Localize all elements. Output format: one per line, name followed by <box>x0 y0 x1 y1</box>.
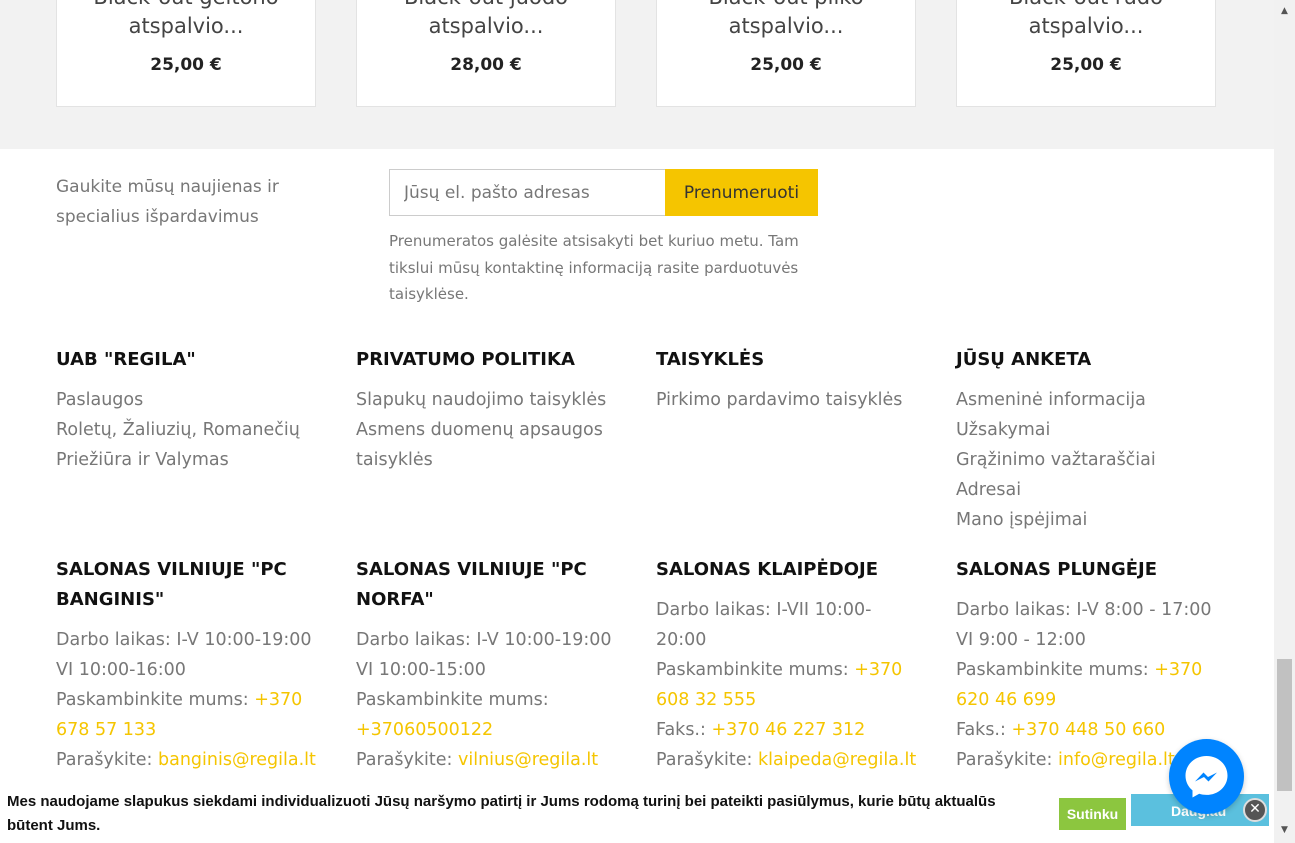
salon-email-line: Parašykite: banginis@regila.lt <box>56 750 316 770</box>
scroll-up-arrow-icon[interactable]: ▲ <box>1274 3 1295 20</box>
product-price: 25,00 € <box>750 55 822 75</box>
product-title[interactable]: Black-out juodoatspalvio... <box>357 0 615 41</box>
salon-fax-link[interactable]: +370 46 227 312 <box>711 720 865 740</box>
product-price: 25,00 € <box>1050 55 1122 75</box>
footer-column-company: UAB "REGILA" Paslaugos Roletų, Žaliuzių,… <box>56 345 318 475</box>
footer-link-data-protection[interactable]: Asmens duomenų apsaugos taisyklės <box>356 415 618 475</box>
product-title[interactable]: Black-out rudoatspalvio... <box>957 0 1215 41</box>
salon-fax-link[interactable]: +370 448 50 660 <box>1011 720 1165 740</box>
footer-link-cookie-rules[interactable]: Slapukų naudojimo taisyklės <box>356 385 618 415</box>
salon-phone-line: Paskambinkite mums: +37060500122 <box>356 690 549 740</box>
salon-email-link[interactable]: banginis@regila.lt <box>158 750 316 770</box>
footer-heading: UAB "REGILA" <box>56 349 196 370</box>
footer-link-addresses[interactable]: Adresai <box>956 475 1218 505</box>
product-title[interactable]: Black-out pilkoatspalvio... <box>657 0 915 41</box>
salon-phone-line: Paskambinkite mums: +370 620 46 699 <box>956 660 1203 710</box>
salon-banginis: SALONAS VILNIUJE "PC BANGINIS" Darbo lai… <box>56 555 318 775</box>
messenger-chat-button[interactable] <box>1169 739 1244 814</box>
cookie-close-icon[interactable]: ✕ <box>1243 798 1267 822</box>
footer-column-privacy: PRIVATUMO POLITIKA Slapukų naudojimo tai… <box>356 345 618 475</box>
footer-column-rules: TAISYKLĖS Pirkimo pardavimo taisyklės <box>656 345 918 415</box>
salon-fax-line: Faks.: +370 46 227 312 <box>656 720 866 740</box>
salon-heading: SALONAS KLAIPĖDOJE <box>656 559 879 580</box>
salon-hours: Darbo laikas: I-VII 10:00-20:00 <box>656 600 872 650</box>
salon-phone-line: Paskambinkite mums: +370 678 57 133 <box>56 690 303 740</box>
product-card[interactable]: Black-out pilkoatspalvio... 25,00 € <box>656 0 916 107</box>
cookie-agree-button[interactable]: Sutinku <box>1059 798 1126 830</box>
product-card[interactable]: Black-out juodoatspalvio... 28,00 € <box>356 0 616 107</box>
scroll-down-arrow-icon[interactable]: ▼ <box>1274 822 1295 839</box>
salon-hours: Darbo laikas: I-V 8:00 - 17:00 VI 9:00 -… <box>956 600 1212 650</box>
salon-email-link[interactable]: vilnius@regila.lt <box>458 750 598 770</box>
product-strip: Black-out geltonoatspalvio... 25,00 € Bl… <box>0 0 1274 149</box>
product-price: 25,00 € <box>150 55 222 75</box>
footer-heading: JŪSŲ ANKETA <box>956 349 1092 370</box>
product-card[interactable]: Black-out geltonoatspalvio... 25,00 € <box>56 0 316 107</box>
salon-email-link[interactable]: klaipeda@regila.lt <box>758 750 916 770</box>
product-card[interactable]: Black-out rudoatspalvio... 25,00 € <box>956 0 1216 107</box>
newsletter-email-input[interactable] <box>389 169 665 216</box>
subscribe-button[interactable]: Prenumeruoti <box>665 169 818 216</box>
product-title[interactable]: Black-out geltonoatspalvio... <box>57 0 315 41</box>
newsletter-text: Gaukite mūsų naujienas ir specialius išp… <box>56 177 279 227</box>
salon-heading: SALONAS VILNIUJE "PC BANGINIS" <box>56 559 287 610</box>
salon-hours: Darbo laikas: I-V 10:00-19:00 VI 10:00-1… <box>56 630 312 680</box>
cookie-text: Mes naudojame slapukus siekdami individu… <box>7 793 996 834</box>
salon-heading: SALONAS PLUNGĖJE <box>956 559 1158 580</box>
footer-link-cleaning[interactable]: Roletų, Žaliuzių, Romanečių Priežiūra ir… <box>56 415 318 475</box>
salon-email-line: Parašykite: vilnius@regila.lt <box>356 750 599 770</box>
product-price: 28,00 € <box>450 55 522 75</box>
salon-klaipeda: SALONAS KLAIPĖDOJE Darbo laikas: I-VII 1… <box>656 555 918 775</box>
page-scrollbar[interactable]: ▲ ▼ <box>1274 0 1295 843</box>
subscription-note: Prenumeratos galėsite atsisakyti bet kur… <box>389 232 799 303</box>
footer-link-personal-info[interactable]: Asmeninė informacija <box>956 385 1218 415</box>
footer-heading: PRIVATUMO POLITIKA <box>356 349 575 370</box>
footer-link-alerts[interactable]: Mano įspėjimai <box>956 505 1218 535</box>
salon-heading: SALONAS VILNIUJE "PC NORFA" <box>356 559 587 610</box>
footer-link-services[interactable]: Paslaugos <box>56 385 318 415</box>
footer-link-orders[interactable]: Užsakymai <box>956 415 1218 445</box>
salon-hours: Darbo laikas: I-V 10:00-19:00 VI 10:00-1… <box>356 630 612 680</box>
cookie-banner: Mes naudojame slapukus siekdami individu… <box>0 787 1275 843</box>
salon-phone-link[interactable]: +37060500122 <box>356 720 493 740</box>
salon-email-line: Parašykite: klaipeda@regila.lt <box>656 750 917 770</box>
salon-email-link[interactable]: info@regila.lt <box>1058 750 1175 770</box>
footer-link-purchase-rules[interactable]: Pirkimo pardavimo taisyklės <box>656 385 918 415</box>
scroll-thumb[interactable] <box>1277 659 1292 791</box>
footer-heading: TAISYKLĖS <box>656 349 765 370</box>
salon-norfa: SALONAS VILNIUJE "PC NORFA" Darbo laikas… <box>356 555 618 775</box>
footer-link-returns[interactable]: Grąžinimo važtaraščiai <box>956 445 1218 475</box>
messenger-icon <box>1185 756 1228 798</box>
footer-column-account: JŪSŲ ANKETA Asmeninė informacija Užsakym… <box>956 345 1218 535</box>
salon-phone-line: Paskambinkite mums: +370 608 32 555 <box>656 660 903 710</box>
